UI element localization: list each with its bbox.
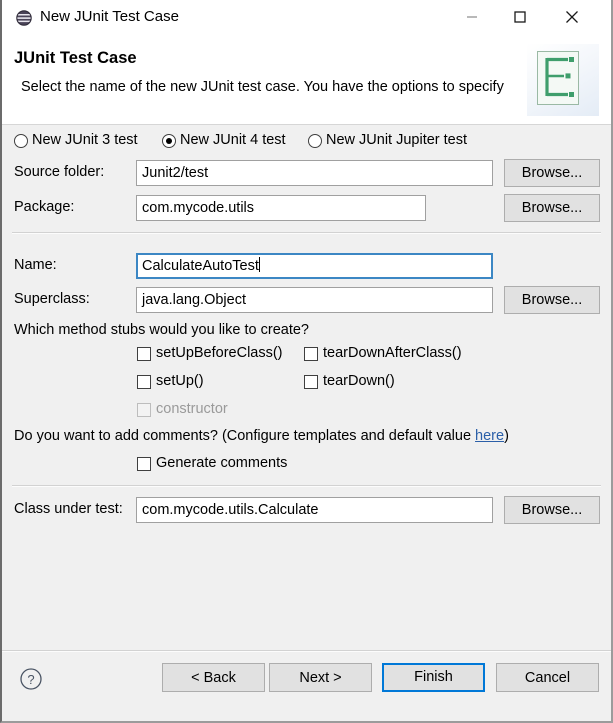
- checkbox-mark-teardownafterclass: [304, 347, 318, 361]
- name-input-value: CalculateAutoTest: [142, 258, 259, 274]
- finish-button[interactable]: Finish: [382, 663, 485, 692]
- footer-separator: [2, 650, 611, 652]
- radio-label-junit3: New JUnit 3 test: [32, 132, 138, 148]
- checkbox-mark-setup: [137, 375, 151, 389]
- cancel-button[interactable]: Cancel: [496, 663, 599, 692]
- class-under-test-label: Class under test:: [14, 501, 123, 517]
- source-folder-browse-button[interactable]: Browse...: [504, 159, 600, 187]
- package-browse-button[interactable]: Browse...: [504, 194, 600, 222]
- help-icon[interactable]: ?: [19, 667, 43, 691]
- minimize-button[interactable]: [449, 0, 495, 34]
- source-folder-label: Source folder:: [14, 164, 105, 180]
- class-under-test-browse-button[interactable]: Browse...: [504, 496, 600, 524]
- wizard-header: JUnit Test Case Select the name of the n…: [2, 36, 611, 125]
- superclass-row: Superclass: java.lang.Object Browse...: [2, 286, 611, 314]
- back-button[interactable]: < Back: [162, 663, 265, 692]
- class-under-test-row: Class under test: com.mycode.utils.Calcu…: [2, 496, 611, 524]
- comments-question: Do you want to add comments? (Configure …: [14, 428, 509, 444]
- package-input[interactable]: com.mycode.utils: [136, 195, 426, 221]
- method-stubs-question: Which method stubs would you like to cre…: [14, 322, 309, 338]
- maximize-button[interactable]: [497, 0, 543, 34]
- superclass-input[interactable]: java.lang.Object: [136, 287, 493, 313]
- checkbox-label-setup: setUp(): [156, 373, 204, 389]
- window-title: New JUnit Test Case: [40, 8, 179, 25]
- class-under-test-input[interactable]: com.mycode.utils.Calculate: [136, 497, 493, 523]
- radio-mark-junit3: [14, 134, 28, 148]
- checkbox-label-generate-comments: Generate comments: [156, 455, 288, 471]
- configure-templates-link[interactable]: here: [475, 428, 504, 444]
- comments-question-before: Do you want to add comments? (Configure …: [14, 428, 476, 444]
- dialog-body: New JUnit 3 test New JUnit 4 test New JU…: [2, 125, 611, 721]
- text-caret: [258, 257, 260, 272]
- next-button[interactable]: Next >: [269, 663, 372, 692]
- checkbox-mark-generate-comments: [137, 457, 151, 471]
- superclass-browse-button[interactable]: Browse...: [504, 286, 600, 314]
- checkbox-mark-setupbeforeclass: [137, 347, 151, 361]
- new-junit-test-case-dialog: New JUnit Test Case JUnit Test Case Sele…: [0, 0, 613, 723]
- package-label: Package:: [14, 199, 75, 215]
- radio-label-junit4: New JUnit 4 test: [180, 132, 286, 148]
- checkbox-mark-teardown: [304, 375, 318, 389]
- checkbox-mark-constructor: [137, 403, 151, 417]
- test-kind-radio-group: New JUnit 3 test New JUnit 4 test New JU…: [2, 131, 611, 153]
- junit-wizard-banner-icon: [527, 44, 599, 116]
- comments-question-after: ): [504, 428, 509, 444]
- source-folder-row: Source folder: Junit2/test Browse...: [2, 159, 611, 187]
- package-row: Package: com.mycode.utils Browse...: [2, 194, 611, 222]
- page-description: Select the name of the new JUnit test ca…: [21, 79, 504, 95]
- checkbox-label-constructor: constructor: [156, 401, 228, 417]
- radio-mark-junit4: [162, 134, 176, 148]
- separator-class-under-test: [12, 485, 601, 487]
- radio-label-jupiter: New JUnit Jupiter test: [326, 132, 468, 148]
- radio-mark-jupiter: [308, 134, 322, 148]
- close-button[interactable]: [549, 0, 595, 34]
- name-input[interactable]: CalculateAutoTest: [136, 253, 493, 279]
- name-row: Name: CalculateAutoTest: [2, 253, 611, 279]
- separator-top: [12, 232, 601, 234]
- superclass-label: Superclass:: [14, 291, 90, 307]
- checkbox-label-setupbeforeclass: setUpBeforeClass(): [156, 345, 283, 361]
- checkbox-label-teardown: tearDown(): [323, 373, 395, 389]
- source-folder-input[interactable]: Junit2/test: [136, 160, 493, 186]
- svg-text:?: ?: [27, 672, 34, 687]
- page-title: JUnit Test Case: [14, 49, 137, 67]
- title-bar: New JUnit Test Case: [2, 0, 611, 37]
- checkbox-label-teardownafterclass: tearDownAfterClass(): [323, 345, 462, 361]
- name-label: Name:: [14, 257, 57, 273]
- junit-sphere-icon: [15, 9, 33, 27]
